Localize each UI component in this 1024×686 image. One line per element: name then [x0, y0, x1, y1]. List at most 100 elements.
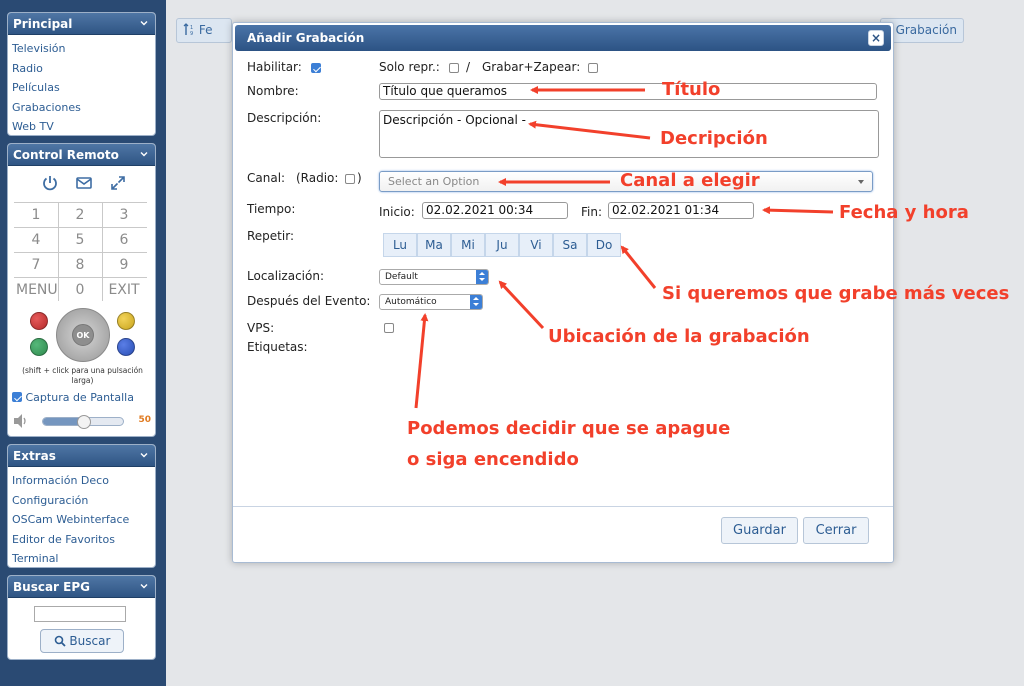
select-arrow-icon: [476, 270, 488, 284]
annotation-canal: Canal a elegir: [620, 170, 760, 191]
sidebar-item-editor-favoritos[interactable]: Editor de Favoritos: [8, 530, 155, 550]
add-recording-label: Grabación: [895, 23, 957, 37]
key-4[interactable]: 4: [16, 229, 56, 251]
radio-label: (Radio:: [296, 171, 339, 185]
key-5[interactable]: 5: [60, 229, 100, 251]
sidebar-item-oscam[interactable]: OSCam Webinterface: [8, 510, 155, 530]
key-exit[interactable]: EXIT: [104, 279, 144, 301]
dialog-title: Añadir Grabación: [247, 31, 365, 45]
inicio-input[interactable]: 02.02.2021 00:34: [422, 202, 568, 219]
key-2[interactable]: 2: [60, 204, 100, 226]
panel-extras-title: Extras: [13, 449, 56, 463]
volume-slider[interactable]: [42, 415, 124, 429]
panel-extras: Extras Información Deco Configuración OS…: [7, 444, 156, 568]
volume-thumb[interactable]: [77, 415, 91, 429]
green-button[interactable]: [30, 338, 48, 356]
radio-label-close: ): [357, 171, 362, 185]
canal-select-placeholder: Select an Option: [388, 175, 480, 188]
day-ma[interactable]: Ma: [417, 233, 451, 257]
annotation-fecha: Fecha y hora: [839, 202, 969, 223]
canal-label: Canal:: [247, 171, 286, 185]
sidebar-item-terminal[interactable]: Terminal: [8, 549, 155, 567]
annotation-titulo: Título: [662, 79, 721, 100]
capture-label: Captura de Pantalla: [25, 391, 134, 404]
etiquetas-label: Etiquetas:: [247, 340, 308, 354]
chevron-down-icon: [140, 152, 148, 157]
panel-control-title: Control Remoto: [13, 148, 119, 162]
chevron-down-icon: [858, 180, 864, 184]
sidebar-item-grabaciones[interactable]: Grabaciones: [8, 98, 155, 118]
day-vi[interactable]: Vi: [519, 233, 553, 257]
sidebar: Principal Televisión Radio Películas Gra…: [0, 0, 166, 686]
despues-select[interactable]: Automático: [379, 294, 483, 310]
solo-repr-checkbox[interactable]: [449, 63, 459, 73]
dpad[interactable]: OK: [56, 308, 110, 362]
despues-label: Después del Evento:: [247, 294, 371, 308]
grabar-zapear-checkbox[interactable]: [588, 63, 598, 73]
cerrar-button[interactable]: Cerrar: [803, 517, 869, 544]
sidebar-item-radio[interactable]: Radio: [8, 59, 155, 79]
epg-search-input[interactable]: [34, 606, 126, 622]
despues-value: Automático: [385, 297, 437, 307]
key-0[interactable]: 0: [60, 279, 100, 301]
nombre-label: Nombre:: [247, 84, 299, 98]
key-menu[interactable]: MENU: [16, 279, 58, 301]
epg-search-label: Buscar: [69, 634, 111, 648]
sidebar-item-television[interactable]: Televisión: [8, 39, 155, 59]
localizacion-select[interactable]: Default: [379, 269, 489, 285]
capture-checkbox[interactable]: [12, 392, 22, 402]
radio-checkbox[interactable]: [345, 174, 355, 184]
remote-hint: (shift + click para una pulsación larga): [22, 366, 143, 385]
grabar-zapear-label: Grabar+Zapear:: [482, 60, 581, 74]
day-mi[interactable]: Mi: [451, 233, 485, 257]
key-8[interactable]: 8: [60, 254, 100, 276]
nombre-input[interactable]: Título que queramos: [379, 83, 877, 100]
sort-button[interactable]: 19 Fe: [176, 18, 232, 43]
key-1[interactable]: 1: [16, 204, 56, 226]
annotation-apagar-2: o siga encendido: [407, 449, 579, 470]
day-lu[interactable]: Lu: [383, 233, 417, 257]
vps-checkbox[interactable]: [384, 323, 394, 333]
power-icon[interactable]: [41, 174, 59, 192]
yellow-button[interactable]: [117, 312, 135, 330]
guardar-button[interactable]: Guardar: [721, 517, 798, 544]
descripcion-textarea[interactable]: Descripción - Opcional -: [379, 110, 879, 158]
solo-repr-label: Solo repr.:: [379, 60, 440, 74]
key-9[interactable]: 9: [104, 254, 144, 276]
habilitar-checkbox[interactable]: [311, 63, 321, 73]
panel-extras-header[interactable]: Extras: [8, 445, 155, 467]
key-6[interactable]: 6: [104, 229, 144, 251]
panel-control-header[interactable]: Control Remoto: [8, 144, 155, 166]
sidebar-item-webtv[interactable]: Web TV: [8, 117, 155, 135]
day-do[interactable]: Do: [587, 233, 621, 257]
sidebar-item-configuracion[interactable]: Configuración: [8, 491, 155, 511]
red-button[interactable]: [30, 312, 48, 330]
capture-toggle[interactable]: Captura de Pantalla: [12, 391, 134, 404]
epg-search-button[interactable]: Buscar: [40, 629, 124, 653]
day-sa[interactable]: Sa: [553, 233, 587, 257]
sidebar-item-peliculas[interactable]: Películas: [8, 78, 155, 98]
fin-label: Fin:: [581, 205, 603, 219]
expand-icon[interactable]: [109, 174, 127, 192]
ok-button[interactable]: OK: [72, 324, 94, 346]
panel-principal-header[interactable]: Principal: [8, 13, 155, 35]
tiempo-label: Tiempo:: [247, 202, 296, 216]
mail-icon[interactable]: [75, 174, 93, 192]
blue-button[interactable]: [117, 338, 135, 356]
fin-input[interactable]: 02.02.2021 01:34: [608, 202, 754, 219]
sort-button-label: Fe: [198, 23, 213, 37]
repetir-label: Repetir:: [247, 229, 294, 243]
chevron-down-icon: [140, 453, 148, 458]
panel-control-remoto: Control Remoto 1 2 3 4 5 6 7 8 9 MENU 0: [7, 143, 156, 437]
svg-text:9: 9: [190, 31, 193, 36]
day-ju[interactable]: Ju: [485, 233, 519, 257]
key-3[interactable]: 3: [104, 204, 144, 226]
close-icon[interactable]: ×: [868, 30, 884, 46]
panel-principal: Principal Televisión Radio Películas Gra…: [7, 12, 156, 136]
key-7[interactable]: 7: [16, 254, 56, 276]
remote-actions: [8, 172, 155, 196]
speaker-icon[interactable]: [12, 413, 30, 429]
sort-icon: 19: [183, 23, 193, 37]
panel-epg-header[interactable]: Buscar EPG: [8, 576, 155, 598]
sidebar-item-info-deco[interactable]: Información Deco: [8, 471, 155, 491]
